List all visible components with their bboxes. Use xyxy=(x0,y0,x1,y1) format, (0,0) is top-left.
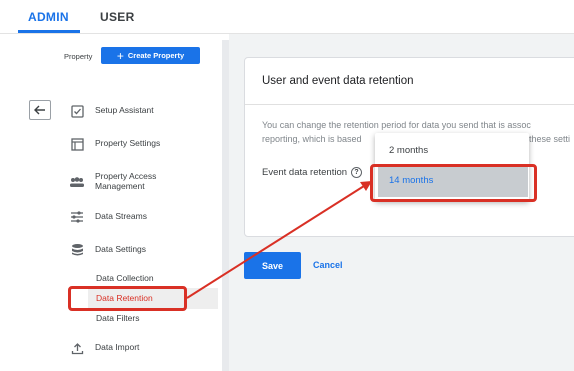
back-button[interactable] xyxy=(29,100,51,120)
sidebar-item-label: Data Import xyxy=(95,342,140,353)
database-icon xyxy=(68,241,86,259)
save-button[interactable]: Save xyxy=(244,252,301,279)
event-data-retention-label: Event data retention xyxy=(262,167,348,178)
create-property-button[interactable]: + Create Property xyxy=(101,47,200,64)
sidebar-item-property-access-management[interactable]: Property Access Management xyxy=(68,171,185,192)
plus-icon: + xyxy=(116,48,124,63)
highlight-box-dropdown-option xyxy=(370,164,537,202)
streams-icon xyxy=(68,208,86,226)
card-description-line-1: You can change the retention period for … xyxy=(262,120,531,130)
sidebar-item-label: Data Streams xyxy=(95,211,147,222)
tab-admin[interactable]: ADMIN xyxy=(28,10,69,24)
card-title: User and event data retention xyxy=(262,75,414,87)
sidebar-item-label: Property Access Management xyxy=(95,171,157,191)
card-divider xyxy=(245,104,574,105)
create-property-label: Create Property xyxy=(127,51,185,60)
help-icon[interactable]: ? xyxy=(351,167,363,178)
checkbox-icon xyxy=(68,102,86,120)
arrow-left-icon xyxy=(34,105,45,115)
property-label: Property xyxy=(64,52,93,61)
upload-icon xyxy=(68,339,86,357)
sidebar-subitem-data-filters[interactable]: Data Filters xyxy=(96,313,139,323)
event-data-retention-field: Event data retention ? xyxy=(262,167,363,178)
sidebar-item-label: Setup Assistant xyxy=(95,105,154,116)
cancel-button[interactable]: Cancel xyxy=(313,260,343,270)
highlight-box-data-retention xyxy=(68,286,187,311)
sidebar-item-data-streams[interactable]: Data Streams xyxy=(68,208,147,226)
sidebar-item-setup-assistant[interactable]: Setup Assistant xyxy=(68,102,154,120)
sidebar-item-data-settings[interactable]: Data Settings xyxy=(68,241,146,259)
card-description-line-2-tail: these setti xyxy=(529,134,571,144)
panel-divider xyxy=(222,40,229,371)
card-description-line-2: reporting, which is based xyxy=(262,134,362,144)
sidebar-subitem-data-collection[interactable]: Data Collection xyxy=(96,273,154,283)
group-icon xyxy=(68,173,86,191)
square-icon xyxy=(68,135,86,153)
sidebar-item-label: Property Settings xyxy=(95,138,161,149)
sidebar-item-label: Data Settings xyxy=(95,244,147,255)
active-tab-indicator xyxy=(18,30,80,33)
sidebar-item-property-settings[interactable]: Property Settings xyxy=(68,135,160,153)
tab-user[interactable]: USER xyxy=(100,10,135,24)
sidebar-item-data-import[interactable]: Data Import xyxy=(68,339,139,357)
top-tab-bar: ADMIN USER xyxy=(0,0,574,34)
dropdown-option-2-months[interactable]: 2 months xyxy=(389,145,428,156)
